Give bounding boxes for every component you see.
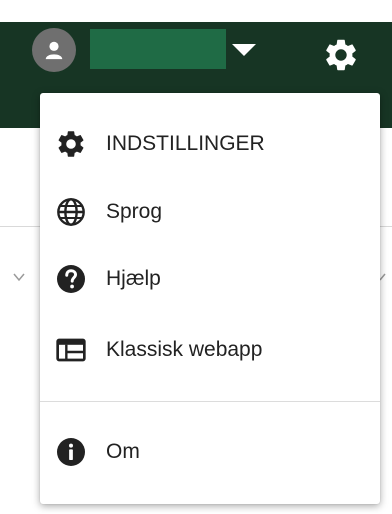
top-cutoff-strip: [0, 0, 392, 22]
menu-item-label: Klassisk webapp: [106, 338, 263, 361]
web-window-icon: [54, 333, 88, 367]
menu-item-label: Om: [106, 440, 140, 463]
menu-item-settings[interactable]: INDSTILLINGER: [40, 115, 380, 173]
menu-item-help[interactable]: Hjælp: [40, 250, 380, 308]
menu-item-about[interactable]: Om: [40, 423, 380, 481]
user-avatar-icon: [45, 41, 63, 60]
user-avatar[interactable]: [32, 28, 76, 72]
menu-divider: [40, 401, 380, 402]
chevron-down-icon[interactable]: [232, 44, 256, 56]
gear-icon: [54, 127, 88, 161]
username-redacted[interactable]: [90, 29, 226, 69]
chevron-left-icon: [13, 273, 25, 282]
chevron-right-icon: [379, 273, 386, 281]
help-circle-icon: [54, 262, 88, 296]
menu-item-label: Sprog: [106, 200, 163, 223]
settings-button[interactable]: [322, 36, 360, 74]
menu-item-classic-webapp[interactable]: Klassisk webapp: [40, 321, 380, 379]
gear-icon: [326, 39, 356, 71]
info-circle-icon: [54, 435, 88, 469]
menu-item-language[interactable]: Sprog: [40, 183, 380, 241]
globe-icon: [54, 195, 88, 229]
menu-item-label: INDSTILLINGER: [106, 132, 265, 155]
menu-item-label: Hjælp: [106, 267, 161, 290]
user-dropdown-menu: INDSTILLINGER Sprog Hjælp Klassisk webap…: [40, 93, 380, 504]
